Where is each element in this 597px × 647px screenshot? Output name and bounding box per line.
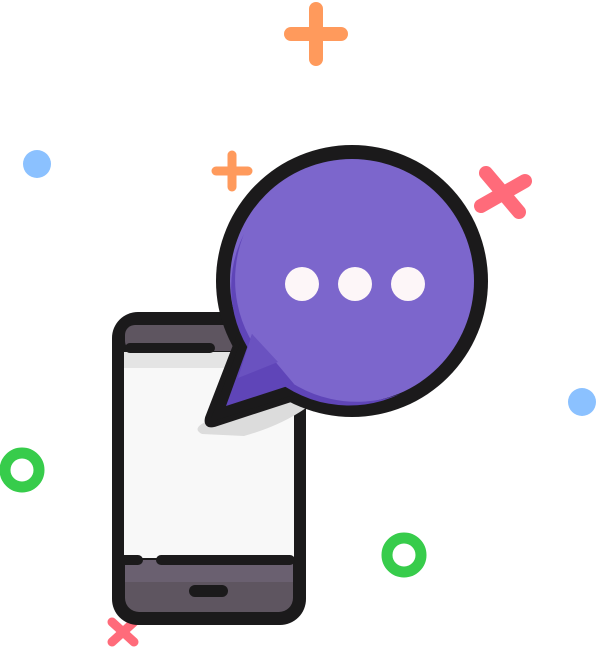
plus-orange-small-icon [211,150,253,192]
ring-green-left-icon [0,447,45,493]
cross-red-large-icon [474,166,532,219]
cross-red-small-icon [107,617,139,647]
typing-dots-icon [285,267,425,301]
ring-green-bottom-icon [381,532,427,578]
dot-blue-right-icon [568,388,596,416]
dot-blue-left-icon [23,150,51,178]
illustration-canvas [0,0,597,647]
plus-orange-large-icon [284,2,348,66]
illustration-svg [0,2,596,647]
chat-bubble-icon [204,145,488,428]
